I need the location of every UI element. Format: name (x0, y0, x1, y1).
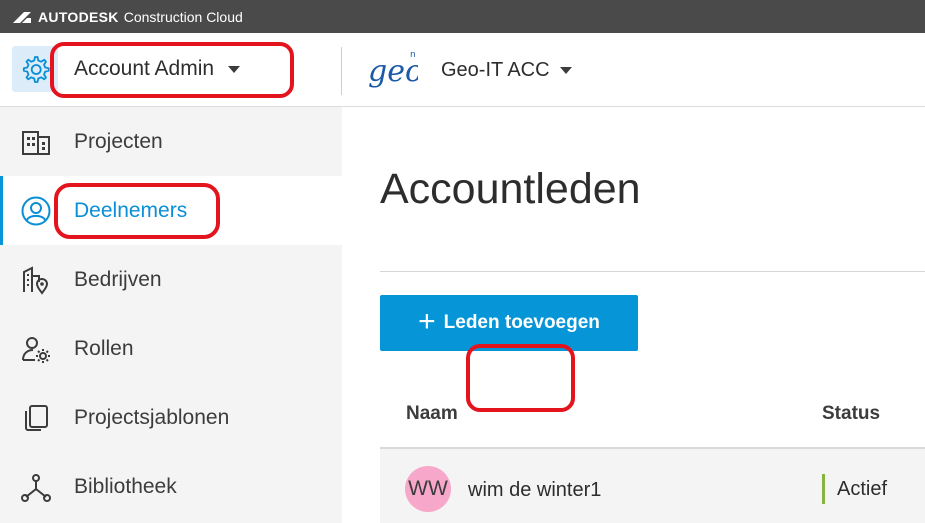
sidebar-item-bibliotheek[interactable]: Bibliotheek (0, 452, 342, 521)
page-title: Accountleden (380, 165, 641, 213)
status-badge: Actief (822, 474, 887, 504)
header-divider (341, 47, 342, 95)
sidebar-item-projecten[interactable]: Projecten (0, 107, 342, 176)
highlight-annotation-deelnemers (54, 183, 220, 239)
brand-name: AUTODESK (38, 8, 119, 25)
sidebar-item-label: Bibliotheek (74, 474, 177, 498)
project-label: Geo-IT ACC (441, 59, 550, 81)
svg-text:n: n (410, 50, 416, 60)
sidebar-item-label: Rollen (74, 336, 134, 360)
library-nodes-icon (21, 474, 51, 502)
avatar: WW (405, 466, 451, 512)
add-members-button[interactable]: + Leden toevoegen (380, 295, 638, 351)
member-name[interactable]: wim de winter1 (468, 479, 601, 502)
app-header: Account Admin geo n Geo-IT ACC (0, 33, 925, 107)
caret-down-icon (559, 67, 572, 74)
sidebar-item-projectsjablonen[interactable]: Projectsjablonen (0, 383, 342, 452)
column-header-name[interactable]: Naam (406, 403, 458, 425)
user-gear-icon (22, 337, 50, 363)
highlight-annotation-status (466, 344, 575, 412)
user-circle-icon (21, 196, 51, 226)
status-text: Actief (837, 477, 888, 500)
geo-logo: geo n (368, 50, 418, 89)
project-dropdown[interactable]: Geo-IT ACC (441, 59, 572, 82)
sidebar-item-label: Projectsjablonen (74, 405, 230, 429)
active-indicator (0, 176, 3, 245)
sidebar-item-rollen[interactable]: Rollen (0, 314, 342, 383)
column-header-status[interactable]: Status (822, 403, 880, 425)
sidebar: Projecten Deelnemers Bedrijven Rollen Pr… (0, 107, 342, 523)
gear-icon (22, 56, 50, 83)
product-name: Construction Cloud (123, 8, 243, 25)
plus-icon: + (418, 304, 436, 338)
highlight-annotation-account (50, 42, 294, 98)
autodesk-logo-icon (13, 11, 31, 23)
copy-template-icon (25, 405, 48, 431)
main-content: Accountleden + Leden toevoegen Naam Stat… (342, 107, 925, 523)
title-divider (380, 271, 925, 272)
add-members-label: Leden toevoegen (443, 312, 600, 333)
table-row[interactable]: WW wim de winter1 Actief (380, 449, 925, 523)
sidebar-item-bedrijven[interactable]: Bedrijven (0, 245, 342, 314)
company-location-icon (23, 266, 49, 295)
sidebar-item-label: Projecten (74, 129, 163, 153)
status-indicator (822, 474, 825, 504)
sidebar-item-label: Bedrijven (74, 267, 162, 291)
top-bar: AUTODESK Construction Cloud (0, 0, 925, 33)
buildings-icon (22, 131, 50, 155)
